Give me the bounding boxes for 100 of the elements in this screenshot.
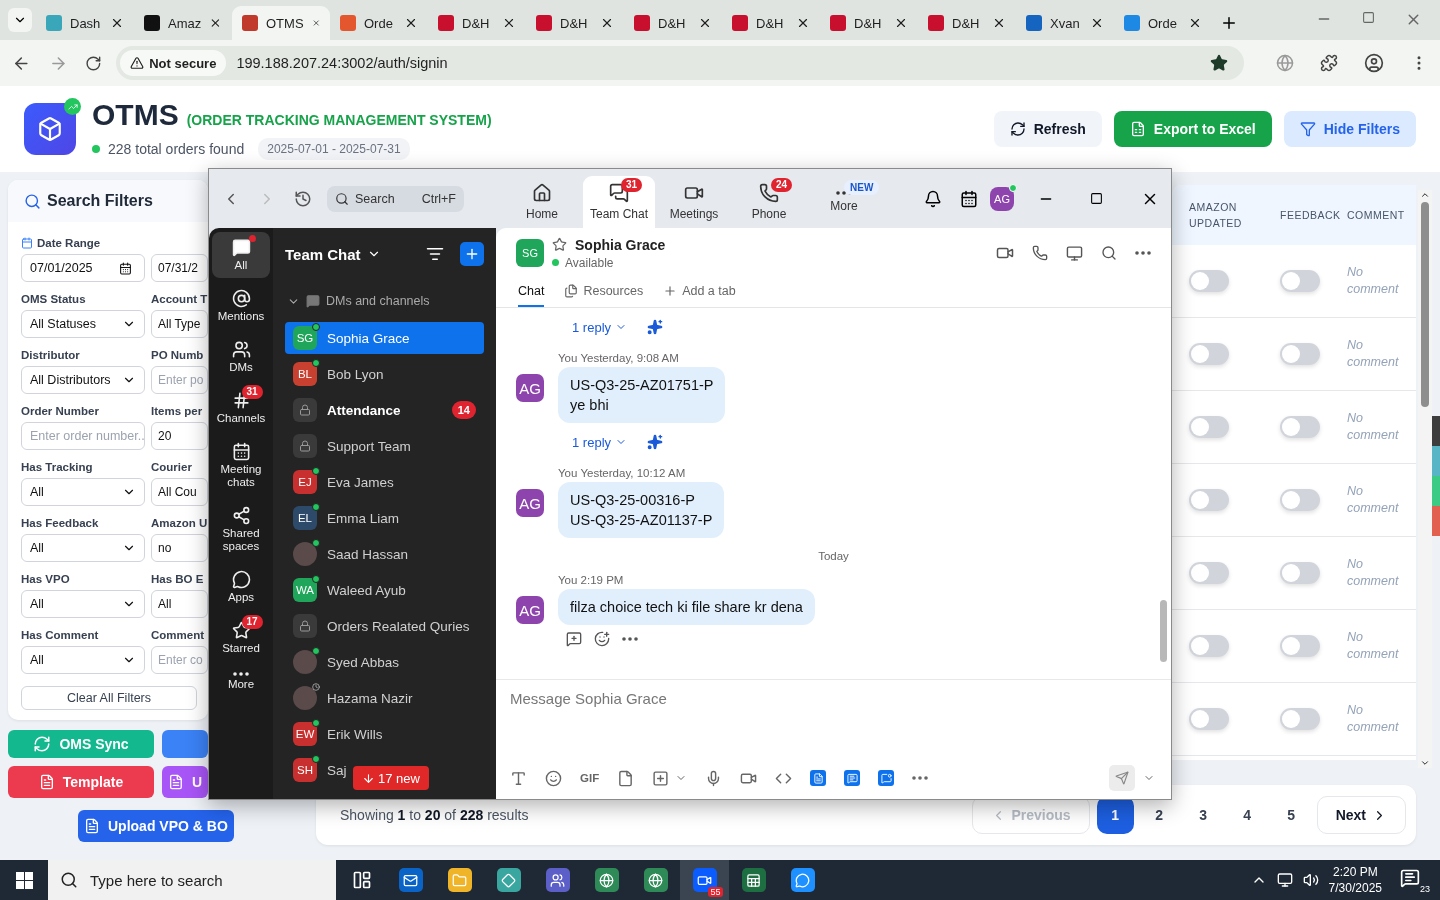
sidebar-item[interactable]: 31 Channels [212,385,270,431]
input-field[interactable]: All [151,590,208,618]
gif-button[interactable]: GIF [580,772,600,784]
browser-tab[interactable]: D&H [820,6,918,40]
more-icon[interactable] [912,776,929,780]
chat-list-item[interactable]: Attendance 14 [285,394,484,426]
input-field[interactable]: 20 [151,422,208,450]
toggle-switch[interactable] [1280,708,1320,730]
toggle-switch[interactable] [1189,343,1229,365]
browser-tab[interactable]: Xvan [1016,6,1114,40]
action-button[interactable]: Template [8,766,154,798]
phone-icon[interactable] [1032,245,1048,261]
globe-icon[interactable] [1276,54,1294,72]
chat-list-item[interactable]: EW Erik Wills [285,718,383,750]
toggle-switch[interactable] [1189,489,1229,511]
browser-tab[interactable]: Amaz [134,6,232,40]
chat-list-item[interactable]: Support Team [285,430,411,462]
add-reaction-icon[interactable] [594,631,610,647]
star-icon[interactable] [552,237,567,252]
browser-tab[interactable]: D&H [526,6,624,40]
sparkle-icon[interactable] [647,434,664,450]
page-button[interactable]: 3 [1184,796,1222,834]
select-field[interactable]: All [21,478,145,506]
chat-list-item[interactable]: Syed Abbas [285,646,400,678]
taskbar-app[interactable]: 55 [680,860,729,900]
text-format-icon[interactable] [510,769,527,787]
file-icon[interactable] [617,769,635,787]
toggle-switch[interactable] [1189,708,1229,730]
screen-share-icon[interactable] [1066,244,1083,262]
new-messages-toast[interactable]: 17 new [353,766,429,790]
input-field[interactable]: All Cou [151,478,208,506]
security-chip[interactable]: Not secure [120,50,227,76]
calendar-icon[interactable] [960,189,978,208]
app-icon[interactable] [810,770,827,786]
app-icon[interactable] [844,770,861,786]
sidebar-item[interactable]: Mentions [212,283,270,329]
next-button[interactable]: Next [1316,796,1406,834]
new-tab-button[interactable] [1220,14,1238,32]
chat-tab[interactable]: Add a tab [663,278,736,307]
select-field[interactable]: All Distributors [21,366,145,394]
toggle-switch[interactable] [1189,562,1229,584]
clear-filters-button[interactable]: Clear All Filters [21,686,197,710]
close-icon[interactable] [600,16,614,30]
new-chat-button[interactable] [460,242,484,266]
scroll-down-icon[interactable] [1420,758,1430,768]
chat-list-item[interactable]: SG Sophia Grace [285,322,484,354]
close-icon[interactable] [894,16,908,30]
restore-icon[interactable] [1362,11,1375,24]
replies-link[interactable]: 1 reply [572,319,628,335]
maximize-icon[interactable] [1090,192,1103,205]
browser-tab[interactable]: D&H [918,6,1016,40]
user-avatar[interactable]: AG [990,186,1014,211]
profile-icon[interactable] [1364,53,1384,73]
clock[interactable]: 2:20 PM 7/30/2025 [1328,864,1382,896]
browser-tab[interactable]: D&H [428,6,526,40]
screenshot-icon[interactable] [652,769,670,787]
toggle-switch[interactable] [1280,635,1320,657]
chat-list-item[interactable]: Hazama Nazir [285,682,413,714]
emoji-icon[interactable] [545,769,562,787]
toggle-switch[interactable] [1189,416,1229,438]
close-icon[interactable] [992,16,1006,30]
volume-icon[interactable] [1302,872,1319,888]
page-button[interactable]: 2 [1140,796,1178,834]
bookmark-star-icon[interactable] [1210,54,1228,72]
date-field[interactable]: 07/01/2025 [21,254,145,282]
select-field[interactable]: All [21,646,145,674]
chat-tab[interactable]: Resources [564,278,644,307]
replies-link[interactable]: 1 reply [572,434,628,450]
input-field[interactable]: All Type [151,310,208,338]
nav-tab[interactable]: 24 Phone [733,176,805,228]
tab-list-button[interactable] [8,8,32,32]
send-button[interactable] [1109,765,1135,791]
chat-list-item[interactable]: BL Bob Lyon [285,358,384,390]
notifications-button[interactable]: 23 [1400,866,1430,894]
more-icon[interactable] [622,637,638,641]
toggle-switch[interactable] [1189,635,1229,657]
close-icon[interactable] [502,16,516,30]
action-button[interactable]: Upload VPO & BO [78,810,234,842]
nav-tab[interactable]: Meetings [658,176,730,228]
browser-tab[interactable]: Dash [36,6,134,40]
toggle-switch[interactable] [1280,270,1320,292]
close-icon[interactable] [1188,16,1202,30]
action-button[interactable] [162,730,208,758]
close-icon[interactable] [698,16,712,30]
chat-list-item[interactable]: Orders Realated Quries [285,610,470,642]
browser-tab[interactable]: D&H [722,6,820,40]
filter-icon[interactable] [426,245,444,263]
sidebar-item[interactable]: Apps [212,564,270,610]
sidebar-item[interactable]: All [212,232,270,278]
action-button[interactable]: U [162,766,208,798]
refresh-button[interactable]: Refresh [993,111,1102,147]
close-icon[interactable] [110,16,124,30]
date-field[interactable]: 07/31/2 [151,254,208,282]
scroll-up-icon[interactable] [1420,190,1430,200]
page-button[interactable]: 4 [1228,796,1266,834]
network-icon[interactable] [1276,872,1293,888]
app-icon[interactable] [878,770,895,786]
select-field[interactable]: All [21,534,145,562]
sidebar-item[interactable]: More [212,666,270,697]
close-icon[interactable] [404,16,418,30]
